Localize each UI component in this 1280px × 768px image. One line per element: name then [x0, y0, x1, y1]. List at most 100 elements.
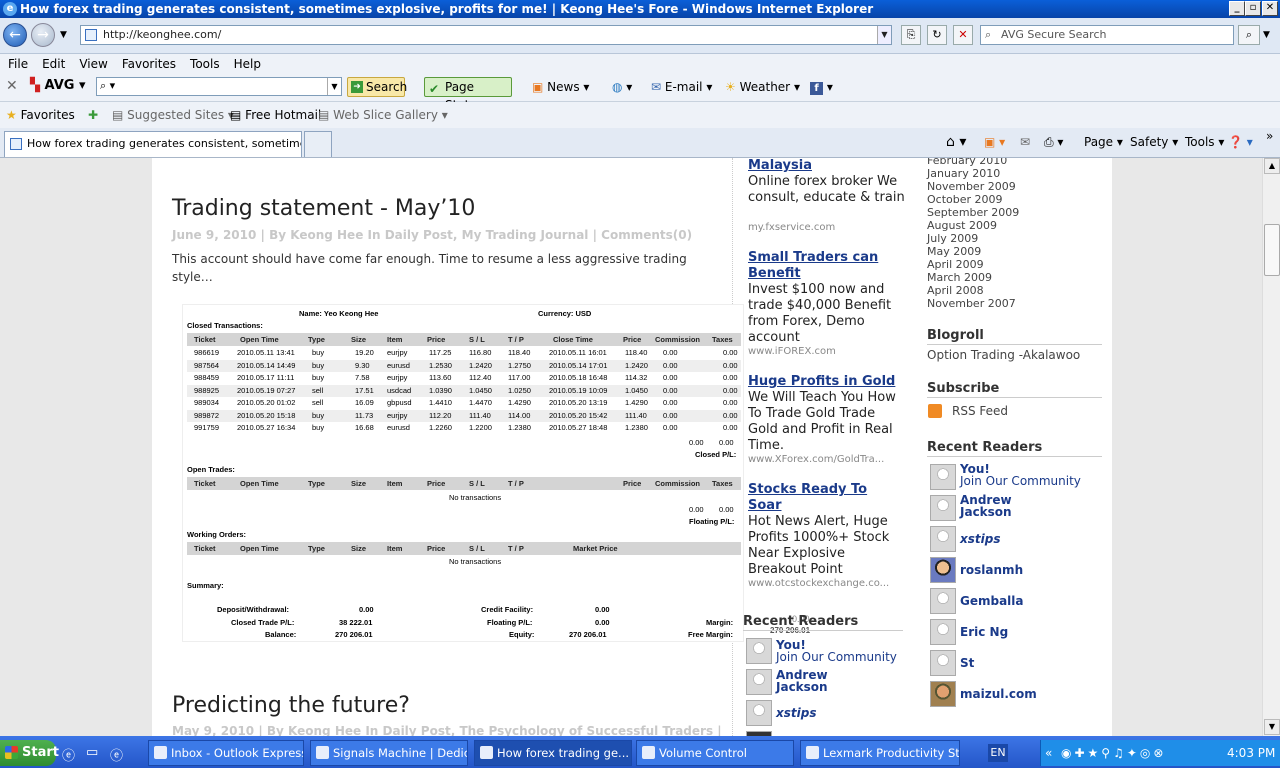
avatar[interactable] — [930, 557, 956, 583]
trading-statement-image[interactable]: Name: Yeo Keong Hee Currency: USD Closed… — [182, 304, 744, 642]
reader-join-link[interactable]: Join Our Community — [960, 474, 1081, 488]
add-favorite-icon[interactable]: ✚ — [88, 107, 98, 123]
scroll-down-icon[interactable]: ▼ — [1264, 719, 1280, 735]
rss-feed-icon[interactable] — [928, 404, 942, 418]
page-status-button[interactable]: ✔ Page Status — [424, 77, 512, 112]
taskbar-item-forex[interactable]: How forex trading ge... — [474, 740, 632, 766]
page-menu[interactable]: Page ▾ — [1084, 134, 1123, 150]
archive-link[interactable]: April 2009 — [927, 258, 984, 271]
menu-help[interactable]: Help — [226, 54, 267, 72]
ad-4-title[interactable]: Stocks Ready To Soar — [748, 482, 878, 514]
archive-link[interactable]: November 2007 — [927, 297, 1016, 310]
start-button[interactable]: Start — [0, 740, 59, 766]
ad-3-title[interactable]: Huge Profits in Gold — [748, 374, 908, 390]
avatar[interactable] — [930, 464, 956, 490]
free-hotmail-link[interactable]: ▤ Free Hotmail — [230, 107, 321, 123]
minimize-button[interactable]: _ — [1229, 1, 1245, 16]
archive-link[interactable]: July 2009 — [927, 232, 978, 245]
reader-join-link[interactable]: Join Our Community — [776, 650, 897, 664]
archive-link[interactable]: April 2008 — [927, 284, 984, 297]
close-toolbar-icon[interactable]: ✕ — [6, 78, 18, 94]
archive-link[interactable]: August 2009 — [927, 219, 997, 232]
safety-menu[interactable]: Safety ▾ — [1130, 134, 1178, 150]
favorites-button[interactable]: ★ Favorites — [6, 107, 75, 123]
avg-search-dropdown-icon[interactable]: ▼ — [327, 78, 341, 95]
reader-name[interactable]: Eric Ng — [960, 625, 1008, 639]
menu-file[interactable]: File — [0, 54, 34, 72]
weather-button[interactable]: ☀ Weather ▾ — [725, 79, 800, 95]
compatibility-icon[interactable]: ⎘ — [901, 25, 921, 45]
scroll-thumb[interactable] — [1264, 224, 1280, 276]
quicklaunch-ie-icon[interactable]: ⓔ — [62, 745, 75, 764]
archive-link[interactable]: October 2009 — [927, 193, 1003, 206]
ad-1-title[interactable]: Malaysia — [748, 158, 812, 174]
back-button[interactable]: ← — [3, 23, 27, 47]
reader-name[interactable]: Gemballa — [960, 594, 1024, 608]
avg-search-button[interactable]: ➜ Search — [347, 77, 407, 97]
stop-icon[interactable]: ✕ — [953, 25, 973, 45]
archive-link[interactable]: November 2009 — [927, 180, 1016, 193]
new-tab-button[interactable] — [304, 131, 332, 157]
avatar[interactable] — [930, 495, 956, 521]
globe-menu-button[interactable]: ◍ ▾ — [612, 79, 632, 95]
news-button[interactable]: ▣ News ▾ — [532, 79, 589, 95]
taskbar-item-signals[interactable]: Signals Machine | Dedica... — [310, 740, 468, 766]
avatar[interactable] — [930, 588, 956, 614]
search-go-button[interactable]: ⌕ — [1238, 25, 1260, 45]
archive-link[interactable]: March 2009 — [927, 271, 992, 284]
menu-view[interactable]: View — [71, 54, 113, 72]
reader-name[interactable]: maizul.com — [960, 687, 1037, 701]
ad-2-url[interactable]: www.iFOREX.com — [748, 346, 836, 357]
avatar[interactable] — [746, 700, 772, 726]
history-dropdown-icon[interactable]: ▼ — [60, 30, 67, 40]
home-icon[interactable]: ⌂ ▾ — [946, 134, 966, 150]
web-slice-gallery-link[interactable]: ▤ Web Slice Gallery ▾ — [318, 107, 448, 123]
post-title-link[interactable]: Trading statement - May’10 — [172, 196, 475, 221]
print-icon[interactable]: ⎙ ▾ — [1044, 134, 1063, 150]
reader-name[interactable]: St — [960, 656, 974, 670]
ad-1-url[interactable]: my.fxservice.com — [748, 222, 835, 233]
blogroll-link[interactable]: Option Trading -Akalawoo — [927, 348, 1080, 362]
rss-feed-link[interactable]: RSS Feed — [952, 404, 1008, 418]
reader-name[interactable]: roslanmh — [960, 563, 1023, 577]
taskbar-item-lexmark[interactable]: Lexmark Productivity Stu... — [800, 740, 960, 766]
scroll-up-icon[interactable]: ▲ — [1264, 158, 1280, 174]
search-options-icon[interactable]: ▼ — [1263, 30, 1270, 40]
quicklaunch-desktop-icon[interactable]: ▭ — [86, 745, 98, 760]
avatar[interactable] — [930, 526, 956, 552]
reader-name[interactable]: Andrew Jackson — [776, 669, 846, 693]
tray-icons[interactable]: ◉✚★⚲♫✦◎⊗ — [1061, 740, 1166, 766]
reader-name[interactable]: xstips — [960, 532, 1000, 546]
forward-button[interactable]: → — [31, 23, 55, 47]
ad-3-url[interactable]: www.XForex.com/GoldTra... — [748, 454, 884, 465]
email-button[interactable]: ✉ E-mail ▾ — [651, 79, 712, 95]
quicklaunch-browser-icon[interactable]: ⓔ — [110, 745, 123, 764]
archive-link[interactable]: January 2010 — [927, 167, 1000, 180]
reader-name[interactable]: Andrew Jackson — [960, 494, 1030, 518]
reader-name[interactable]: xstips — [776, 706, 816, 720]
ad-2-title[interactable]: Small Traders can Benefit — [748, 250, 898, 282]
avatar[interactable] — [930, 619, 956, 645]
avatar[interactable] — [746, 669, 772, 695]
web-search-input[interactable]: ⌕ AVG Secure Search — [980, 25, 1234, 45]
post2-title-link[interactable]: Predicting the future? — [172, 693, 410, 718]
avg-logo[interactable]: ▚ AVG ▾ — [30, 78, 86, 94]
tray-expand-icon[interactable]: « — [1045, 740, 1052, 766]
suggested-sites-link[interactable]: ▤ Suggested Sites ▾ — [112, 107, 234, 123]
avg-search-input[interactable]: ⌕ ▾ ▼ — [96, 77, 342, 96]
avatar[interactable] — [746, 638, 772, 664]
help-icon[interactable]: ❓ ▾ — [1228, 134, 1253, 150]
avatar[interactable] — [930, 650, 956, 676]
vertical-scrollbar[interactable]: ▲ ▼ — [1262, 158, 1280, 736]
archive-link[interactable]: September 2009 — [927, 206, 1019, 219]
address-dropdown-icon[interactable]: ▼ — [877, 26, 891, 44]
menu-favorites[interactable]: Favorites — [114, 54, 182, 72]
read-mail-icon[interactable]: ✉ — [1020, 134, 1030, 150]
chevron-more-icon[interactable]: » — [1266, 128, 1273, 144]
address-input[interactable]: http://keonghee.com/ ▼ — [80, 25, 892, 45]
feeds-icon[interactable]: ▣ ▾ — [984, 134, 1005, 150]
taskbar-item-volume[interactable]: Volume Control — [636, 740, 794, 766]
facebook-button[interactable]: f ▾ — [810, 79, 833, 95]
archive-link[interactable]: February 2010 — [927, 158, 1007, 167]
menu-tools[interactable]: Tools — [182, 54, 226, 72]
